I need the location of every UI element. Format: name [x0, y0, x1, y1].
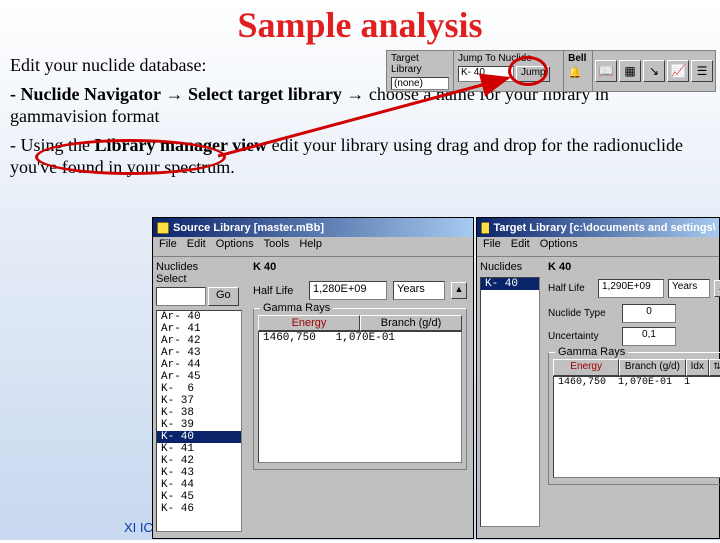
source-library-menubar: File Edit Options Tools Help: [153, 237, 473, 257]
source-library-window: Source Library [master.mBb] File Edit Op…: [152, 217, 474, 539]
bell-label: Bell: [568, 53, 588, 64]
select-label: Select: [156, 273, 244, 285]
list-item[interactable]: Ar- 44: [157, 359, 241, 371]
table-icon[interactable]: ☰: [691, 60, 713, 82]
menu-file[interactable]: File: [483, 238, 501, 255]
list-item[interactable]: K- 41: [157, 443, 241, 455]
stepper-icon[interactable]: ▲: [714, 280, 720, 297]
col-energy[interactable]: Energy: [553, 359, 619, 376]
col-branch[interactable]: Branch (g/d): [619, 359, 685, 376]
nuclide-title: K 40: [253, 261, 467, 273]
target-nuclide-list[interactable]: K- 40: [480, 277, 540, 527]
menu-help[interactable]: Help: [299, 238, 322, 255]
half-life-unit[interactable]: Years: [668, 279, 710, 298]
target-library-field[interactable]: (none): [391, 77, 449, 90]
navigator-toolbar: Target Library (none) Jump To Nuclide K-…: [386, 50, 716, 92]
col-branch[interactable]: Branch (g/d): [360, 315, 462, 331]
app-icon: [157, 222, 169, 234]
app-icon: [481, 222, 489, 234]
menu-edit[interactable]: Edit: [511, 238, 530, 255]
book-icon[interactable]: 📖: [595, 60, 617, 82]
list-item[interactable]: Ar- 40: [157, 311, 241, 323]
jump-to-nuclide-label: Jump To Nuclide: [458, 53, 559, 64]
list-item[interactable]: Ar- 43: [157, 347, 241, 359]
uncertainty-label: Uncertainty: [548, 331, 618, 342]
half-life-field[interactable]: 1,280E+09: [309, 281, 387, 300]
chart-icon[interactable]: 📈: [667, 60, 689, 82]
table-row[interactable]: 1460,750 1,070E-01: [259, 332, 461, 344]
menu-options[interactable]: Options: [216, 238, 254, 255]
list-item[interactable]: K- 45: [157, 491, 241, 503]
list-item[interactable]: K- 39: [157, 419, 241, 431]
jump-to-nuclide-field[interactable]: K- 40: [458, 66, 514, 82]
nuclide-type-label: Nuclide Type: [548, 308, 618, 319]
gamma-rays-group: Gamma Rays Energy Branch (g/d) 1460,750 …: [253, 308, 467, 470]
gamma-table[interactable]: 1460,750 1,070E-01: [258, 331, 462, 463]
list-item[interactable]: K- 40: [481, 278, 539, 290]
half-life-label: Half Life: [548, 283, 594, 294]
list-item[interactable]: K- 44: [157, 479, 241, 491]
half-life-unit[interactable]: Years: [393, 281, 445, 300]
gamma-rays-label: Gamma Rays: [260, 302, 333, 314]
instr-line-3: - Using the Library manager view edit yo…: [10, 134, 710, 179]
stepper-up-icon[interactable]: ▲: [451, 282, 467, 299]
target-library-menubar: File Edit Options: [477, 237, 719, 257]
arrow-down-icon[interactable]: ↘: [643, 60, 665, 82]
jump-button[interactable]: Jump: [516, 66, 550, 82]
list-item[interactable]: K- 46: [157, 503, 241, 515]
gamma-table[interactable]: 1460,750 1,070E-01 1: [553, 376, 720, 478]
col-idx[interactable]: Idx: [686, 359, 709, 376]
nuclides-label: Nuclides: [480, 261, 540, 273]
source-library-titlebar[interactable]: Source Library [master.mBb]: [153, 218, 473, 237]
grid-icon[interactable]: ▦: [619, 60, 641, 82]
bell-icon[interactable]: 🔔: [568, 66, 588, 79]
select-field[interactable]: [156, 287, 206, 306]
col-energy[interactable]: Energy: [258, 315, 360, 331]
page-title: Sample analysis: [0, 4, 720, 46]
list-item[interactable]: Ar- 45: [157, 371, 241, 383]
nuclide-title: K 40: [548, 261, 720, 273]
target-library-label: Target Library: [391, 53, 449, 75]
nuclide-type-field[interactable]: 0: [622, 304, 676, 323]
list-item[interactable]: K- 43: [157, 467, 241, 479]
half-life-field[interactable]: 1,290E+09: [598, 279, 664, 298]
list-item[interactable]: K- 6: [157, 383, 241, 395]
list-item[interactable]: K- 37: [157, 395, 241, 407]
list-item[interactable]: K- 38: [157, 407, 241, 419]
list-item[interactable]: K- 42: [157, 455, 241, 467]
menu-edit[interactable]: Edit: [187, 238, 206, 255]
sort-icon[interactable]: ⇅: [709, 359, 720, 376]
gamma-rays-label: Gamma Rays: [555, 346, 628, 358]
menu-options[interactable]: Options: [540, 238, 578, 255]
go-button[interactable]: Go: [208, 287, 239, 306]
list-item[interactable]: Ar- 42: [157, 335, 241, 347]
menu-tools[interactable]: Tools: [264, 238, 290, 255]
list-item[interactable]: Ar- 41: [157, 323, 241, 335]
half-life-label: Half Life: [253, 285, 303, 297]
uncertainty-field[interactable]: 0,1: [622, 327, 676, 346]
nuclide-list[interactable]: Ar- 40Ar- 41Ar- 42Ar- 43Ar- 44Ar- 45K- 6…: [156, 310, 242, 532]
table-row[interactable]: 1460,750 1,070E-01 1: [554, 377, 720, 388]
target-library-titlebar[interactable]: Target Library [c:\documents and setting…: [477, 218, 719, 237]
nuclides-label: Nuclides: [156, 261, 244, 273]
gamma-rays-group: Gamma Rays Energy Branch (g/d) Idx ⇅ 146…: [548, 352, 720, 485]
menu-file[interactable]: File: [159, 238, 177, 255]
target-library-window: Target Library [c:\documents and setting…: [476, 217, 720, 539]
list-item[interactable]: K- 40: [157, 431, 241, 443]
